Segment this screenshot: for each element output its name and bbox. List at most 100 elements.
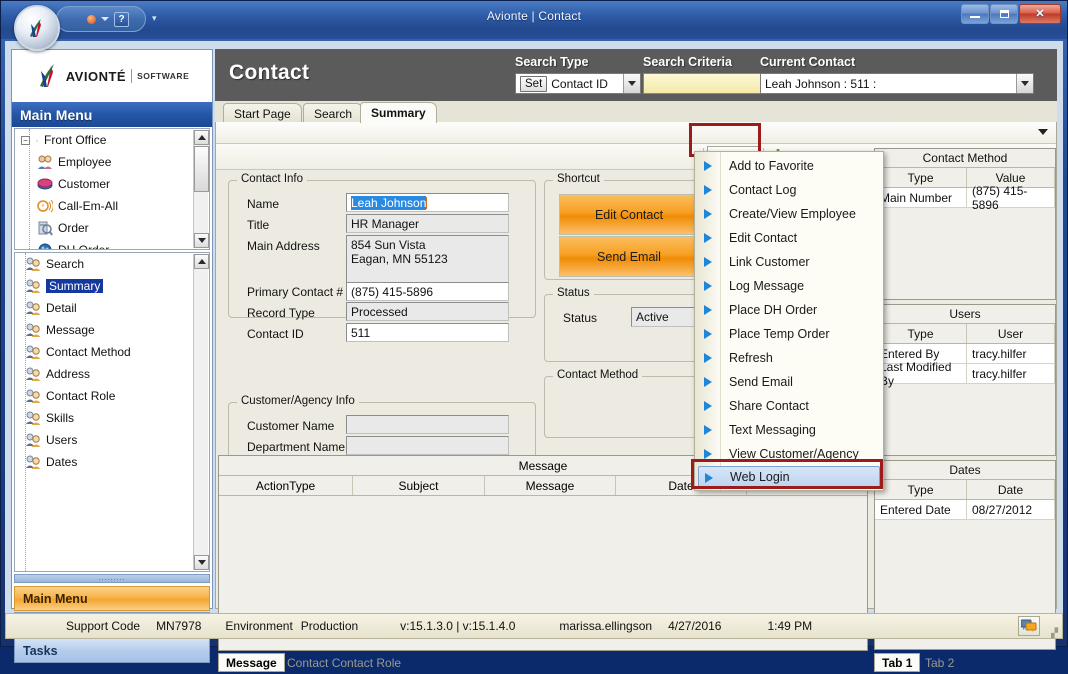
column-actiontype[interactable]: ActionType [219,476,353,495]
menu-item-view-customer-agency[interactable]: View Customer/Agency [695,442,883,466]
menu-item-send-email[interactable]: Send Email [695,370,883,394]
scroll-up-icon[interactable] [194,130,209,145]
menu-item-add-to-favorite[interactable]: Add to Favorite [695,154,883,178]
column-message[interactable]: Message [485,476,616,495]
sidebar-item-detail[interactable]: Detail [15,297,209,319]
search-criteria-input[interactable] [643,73,777,94]
sidebar-item-call-em-all[interactable]: *Call-Em-All [15,195,209,217]
sidebar-item-customer[interactable]: Customer [15,173,209,195]
scroll-down-icon[interactable] [194,233,209,248]
column-type[interactable]: Type [875,168,967,187]
sidebar-item-order[interactable]: Order [15,217,209,239]
column-type[interactable]: Type [875,480,967,499]
menu-item-place-dh-order[interactable]: Place DH Order [695,298,883,322]
menu-item-web-login[interactable]: Web Login [698,466,880,488]
right-tab-1[interactable]: Tab 1 [874,653,920,672]
sidebar-item-employee[interactable]: Employee [15,151,209,173]
column-type[interactable]: Type [875,324,967,343]
sidebar-item-label: Summary [46,279,103,293]
menu-item-contact-log[interactable]: Contact Log [695,178,883,202]
sidebar-item-summary[interactable]: Summary [15,275,209,297]
sidebar-item-users[interactable]: Users [15,429,209,451]
left-navigation-panel: AVIONTÉ SOFTWARE Main Menu −·Front Offic… [11,49,213,609]
menu-bullet-icon [704,329,712,339]
menu-item-edit-contact[interactable]: Edit Contact [695,226,883,250]
sidebar-item-message[interactable]: Message [15,319,209,341]
sidebar-item-dates[interactable]: Dates [15,451,209,473]
table-empty-area [875,208,1055,299]
bottom-tab-contact-contact-role[interactable]: Contact Contact Role [280,653,408,672]
sidebar-item-skills[interactable]: Skills [15,407,209,429]
version-info: v:15.1.3.0 | v:15.1.4.0 [400,619,515,633]
name-field[interactable]: Leah Johnson [346,193,509,212]
status-group-title: Status [553,287,594,299]
chevron-down-icon[interactable] [101,17,109,21]
actions-dropdown-menu[interactable]: Add to FavoriteContact LogCreate/View Em… [694,151,884,491]
scroll-down-icon[interactable] [194,555,209,570]
table-row[interactable]: Last Modified By tracy.hilfer [875,364,1055,384]
app-orb-button[interactable] [14,5,60,51]
set-button[interactable]: Set [520,76,547,92]
resize-grip-icon[interactable]: ▞ [1051,630,1058,636]
menu-item-share-contact[interactable]: Share Contact [695,394,883,418]
title-field[interactable]: HR Manager [346,214,509,233]
navbar-main-menu[interactable]: Main Menu [14,586,210,611]
menu-item-link-customer[interactable]: Link Customer [695,250,883,274]
menu-bullet-icon [704,401,712,411]
menu-item-refresh[interactable]: Refresh [695,346,883,370]
sidebar-item-front-office[interactable]: −·Front Office [15,129,209,151]
shortcut-edit-contact-button[interactable]: Edit Contact [559,194,699,235]
tree-bottom-scrollbar[interactable] [193,254,208,570]
sidebar-item-address[interactable]: Address [15,363,209,385]
search-type-value: Contact ID [551,77,617,91]
bottom-tab-message[interactable]: Message [218,653,285,672]
table-row[interactable]: Entered Date 08/27/2012 [875,500,1055,520]
sidebar-item-search[interactable]: Search [15,253,209,275]
column-date[interactable]: Date [967,480,1055,499]
tree-top-scrollbar[interactable] [193,130,208,248]
avionte-mark-icon [35,61,61,91]
current-contact-dropdown-icon[interactable] [1016,74,1033,93]
help-icon[interactable]: ? [114,12,129,27]
right-tab-2[interactable]: Tab 2 [918,653,961,672]
main-address-field[interactable]: 854 Sun Vista Eagan, MN 55123 [346,235,509,283]
column-subject[interactable]: Subject [353,476,485,495]
sidebar-item-dh-order[interactable]: DH Order [15,239,209,250]
chevron-down-icon[interactable] [1038,129,1048,135]
chat-icon[interactable] [1018,616,1040,636]
search-type-group: Search Type Set Contact ID [515,55,641,94]
department-name-field[interactable] [346,436,509,455]
primary-contact-number-field[interactable]: (875) 415-5896 [346,282,509,301]
record-dot-icon[interactable] [87,15,96,24]
menu-item-text-messaging[interactable]: Text Messaging [695,418,883,442]
sidebar-item-contact-role[interactable]: Contact Role [15,385,209,407]
tab-search[interactable]: Search [303,103,363,123]
scroll-up-icon[interactable] [194,254,209,269]
tab-summary[interactable]: Summary [360,102,437,123]
column-user[interactable]: User [967,324,1055,343]
sidebar-item-contact-method[interactable]: Contact Method [15,341,209,363]
navbar-tasks[interactable]: Tasks [14,638,210,663]
expander-minus-icon[interactable]: − [21,136,30,145]
users-table-header: Type User [875,324,1055,344]
contact-id-field[interactable]: 511 [346,323,509,342]
status-bar: Support Code MN7978 Environment Producti… [5,613,1063,639]
table-row[interactable]: Main Number (875) 415-5896 [875,188,1055,208]
shortcut-send-email-button[interactable]: Send Email [559,236,699,277]
record-type-field[interactable]: Processed [346,302,509,321]
menu-item-log-message[interactable]: Log Message [695,274,883,298]
qat-overflow-icon[interactable]: ▾ [152,13,157,24]
call-em-all-icon: * [37,198,53,214]
cell-type: Main Number [875,188,967,207]
panel-resize-grip[interactable]: ......... [14,574,210,583]
menu-item-label: Send Email [729,375,793,389]
department-name-label: Department Name [247,440,345,454]
search-type-dropdown-icon[interactable] [623,74,640,93]
scroll-thumb[interactable] [194,146,209,192]
customer-name-field[interactable] [346,415,509,434]
tab-start-page[interactable]: Start Page [223,103,302,123]
qat-group: ? [56,6,146,32]
page-header-band: Contact Search Type Set Contact ID Searc… [215,49,1057,101]
menu-item-place-temp-order[interactable]: Place Temp Order [695,322,883,346]
menu-item-create-view-employee[interactable]: Create/View Employee [695,202,883,226]
